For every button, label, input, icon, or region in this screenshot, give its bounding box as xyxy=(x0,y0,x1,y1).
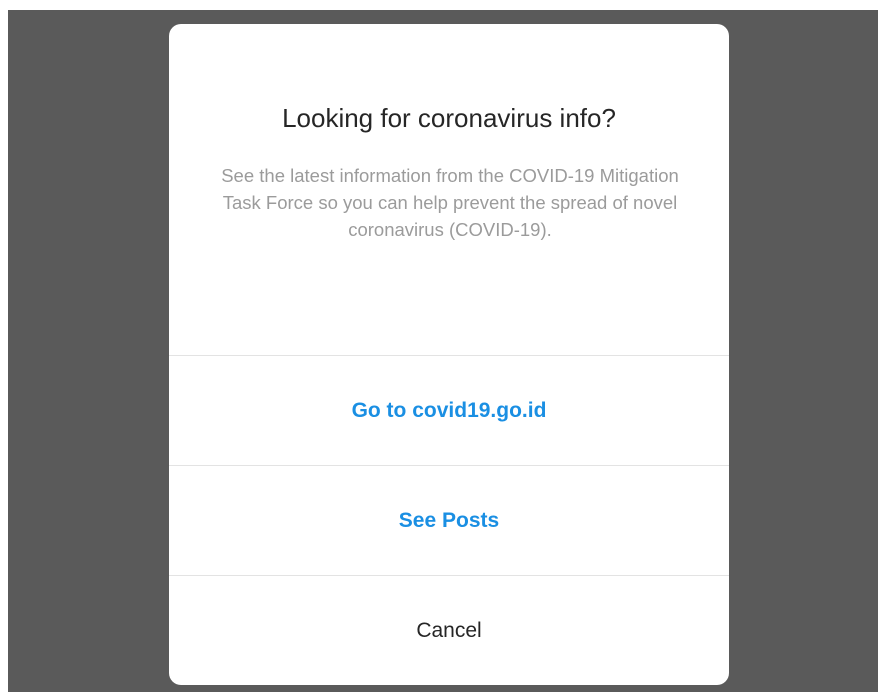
cancel-label: Cancel xyxy=(416,618,482,642)
dialog-title: Looking for coronavirus info? xyxy=(282,103,616,133)
go-to-covid-site-button[interactable]: Go to covid19.go.id xyxy=(169,355,729,465)
cancel-button[interactable]: Cancel xyxy=(169,575,729,685)
dialog-message: See the latest information from the COVI… xyxy=(221,165,679,240)
see-posts-label: See Posts xyxy=(398,508,500,532)
see-posts-button[interactable]: See Posts xyxy=(169,465,729,575)
covid-info-dialog: Looking for coronavirus info? See the la… xyxy=(169,24,729,685)
go-to-covid-site-label: Go to covid19.go.id xyxy=(351,398,547,422)
dialog-header: Looking for coronavirus info? See the la… xyxy=(169,24,729,355)
